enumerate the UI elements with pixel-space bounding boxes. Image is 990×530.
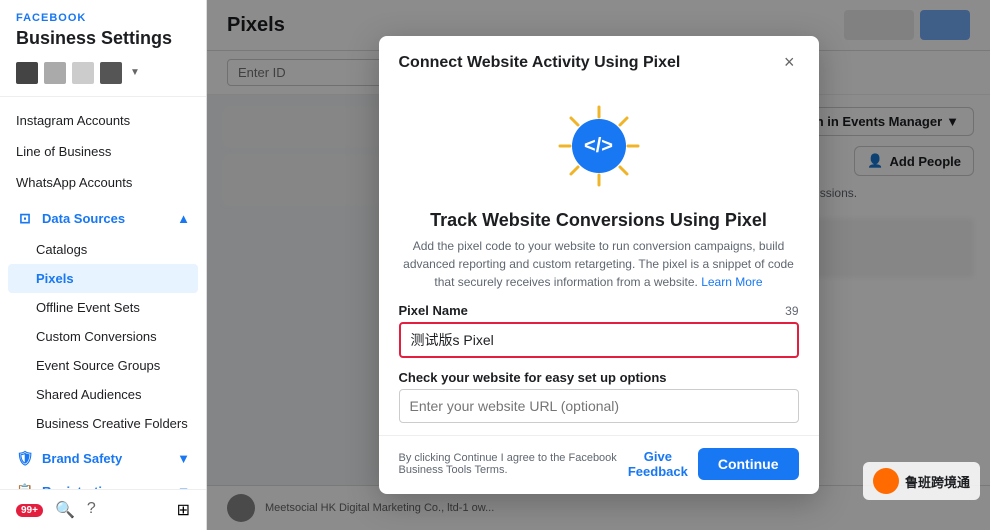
pixel-code-icon: </>: [584, 135, 613, 158]
data-sources-header[interactable]: ⊡ Data Sources ▲: [0, 202, 206, 235]
modal-heading: Track Website Conversions Using Pixel: [399, 210, 799, 231]
pixel-icon-area: </>: [399, 85, 799, 202]
url-group: Check your website for easy set up optio…: [399, 370, 799, 423]
sidebar-item-business-creative-folders[interactable]: Business Creative Folders: [0, 409, 206, 438]
brand-safety-icon: 🛡: [16, 450, 34, 467]
modal-description: Add the pixel code to your website to ru…: [399, 237, 799, 291]
sidebar-header: FACEBOOK Business Settings ▼: [0, 0, 206, 97]
account-box-4: [100, 62, 122, 84]
give-feedback-button[interactable]: Give Feedback: [628, 449, 688, 479]
website-url-input[interactable]: [399, 389, 799, 423]
search-icon[interactable]: 🔍: [55, 500, 75, 520]
brand-safety-label: Brand Safety: [42, 451, 122, 466]
modal-title: Connect Website Activity Using Pixel: [399, 54, 681, 72]
sidebar-nav: Instagram Accounts Line of Business What…: [0, 97, 206, 489]
watermark-icon: [873, 468, 899, 494]
add-page-icon[interactable]: ⊞: [177, 500, 190, 520]
account-box-1: [16, 62, 38, 84]
url-section-label: Check your website for easy set up optio…: [399, 370, 799, 385]
brand-safety-header[interactable]: 🛡 Brand Safety ▼: [0, 442, 206, 475]
pixel-name-group: Pixel Name 39: [399, 303, 799, 358]
footer-icons: 🔍 ?: [55, 500, 96, 520]
sidebar-item-shared-audiences[interactable]: Shared Audiences: [0, 380, 206, 409]
notification-badge: 99+: [16, 504, 43, 517]
modal-close-button[interactable]: ×: [780, 52, 799, 73]
learn-more-link[interactable]: Learn More: [701, 275, 762, 289]
brand-safety-chevron-icon: ▼: [177, 451, 190, 466]
sidebar-item-offline-event-sets[interactable]: Offline Event Sets: [0, 293, 206, 322]
watermark-text: 鲁班跨境通: [905, 472, 970, 491]
data-sources-icon: ⊡: [16, 210, 34, 227]
pixel-name-input[interactable]: [399, 322, 799, 358]
account-box-2: [44, 62, 66, 84]
facebook-logo: FACEBOOK: [16, 12, 190, 24]
pixel-name-label: Pixel Name: [399, 303, 468, 318]
chevron-down-icon: ▼: [130, 67, 140, 78]
main-content-area: Pixels Filter by Open in Events Manager: [207, 0, 990, 530]
data-sources-chevron-icon: ▲: [177, 211, 190, 226]
sidebar-footer: 99+ 🔍 ? ⊞: [0, 489, 206, 530]
sidebar-item-line-of-business[interactable]: Line of Business: [0, 136, 206, 167]
nav-section-data-sources: ⊡ Data Sources ▲ Catalogs Pixels Offline…: [0, 202, 206, 438]
modal-footer: By clicking Continue I agree to the Face…: [379, 435, 819, 494]
data-sources-label: Data Sources: [42, 211, 125, 226]
continue-button[interactable]: Continue: [698, 448, 799, 480]
modal-header: Connect Website Activity Using Pixel ×: [379, 36, 819, 73]
account-box-3: [72, 62, 94, 84]
modal-overlay: Connect Website Activity Using Pixel ×: [207, 0, 990, 530]
modal-body: </> Track Website Conversions Using Pixe…: [379, 73, 819, 423]
registrations-header[interactable]: 📋 Registrations ▼: [0, 475, 206, 489]
sidebar-item-catalogs[interactable]: Catalogs: [0, 235, 206, 264]
pixel-name-label-row: Pixel Name 39: [399, 303, 799, 318]
char-count: 39: [785, 304, 798, 318]
footer-right-actions: Give Feedback Continue: [628, 448, 799, 480]
help-icon[interactable]: ?: [87, 500, 96, 520]
sidebar: FACEBOOK Business Settings ▼ Instagram A…: [0, 0, 207, 530]
sidebar-item-pixels[interactable]: Pixels: [8, 264, 198, 293]
pixel-connect-modal: Connect Website Activity Using Pixel ×: [379, 36, 819, 494]
sidebar-item-instagram-accounts[interactable]: Instagram Accounts: [0, 105, 206, 136]
pixel-circle: </>: [572, 119, 626, 173]
watermark: 鲁班跨境通: [863, 462, 980, 500]
account-switcher[interactable]: ▼: [16, 58, 190, 88]
whatsapp-label: WhatsApp Accounts: [16, 175, 132, 190]
sidebar-item-event-source-groups[interactable]: Event Source Groups: [0, 351, 206, 380]
instagram-label: Instagram Accounts: [16, 113, 130, 128]
sidebar-item-whatsapp-accounts[interactable]: WhatsApp Accounts: [0, 167, 206, 198]
line-label: Line of Business: [16, 144, 111, 159]
sun-container: </>: [554, 101, 644, 191]
legal-text: By clicking Continue I agree to the Face…: [399, 452, 628, 476]
sidebar-item-custom-conversions[interactable]: Custom Conversions: [0, 322, 206, 351]
business-settings-title: Business Settings: [16, 28, 190, 50]
